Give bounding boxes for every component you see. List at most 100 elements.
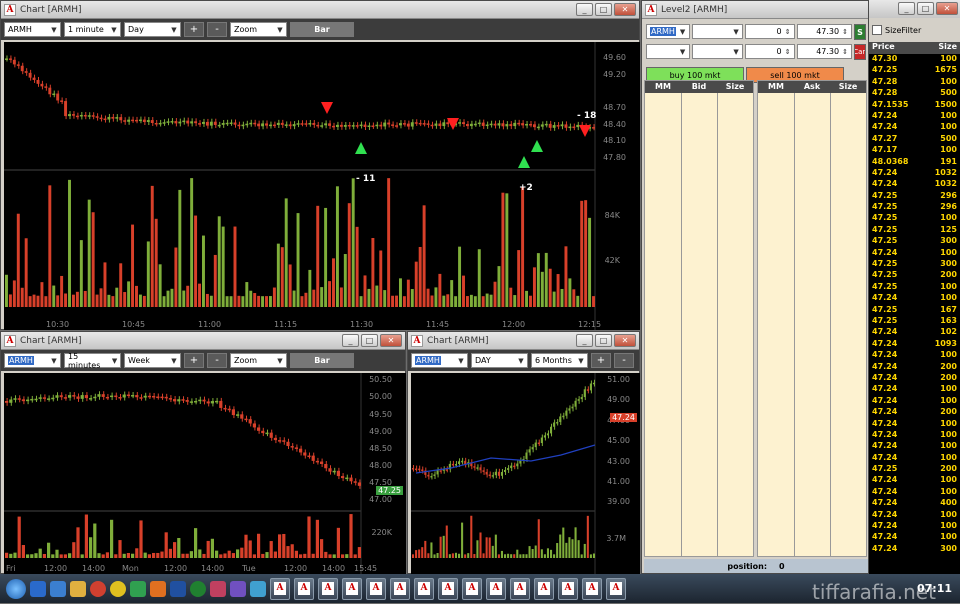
range-select[interactable]: 6 Months ▼ bbox=[531, 353, 588, 368]
taskbar-window-button[interactable]: A bbox=[486, 577, 506, 600]
close-icon[interactable]: ✕ bbox=[614, 3, 636, 16]
candle-body bbox=[38, 397, 42, 399]
zoom-in-button[interactable]: + bbox=[591, 353, 611, 368]
taskbar-window-button[interactable]: A bbox=[390, 577, 410, 600]
account-select[interactable]: ▼ bbox=[646, 44, 690, 59]
ask-book[interactable]: MM Ask Size bbox=[757, 80, 867, 557]
taskbar-window-button[interactable]: A bbox=[534, 577, 554, 600]
app-icon[interactable] bbox=[250, 580, 266, 597]
time-and-sales[interactable]: SizeFilter Price Size 47.30 100 47.25 1675 4… bbox=[869, 18, 960, 603]
close-icon[interactable]: ✕ bbox=[614, 334, 636, 347]
taskbar-window-button[interactable]: A bbox=[294, 577, 314, 600]
volume-bar bbox=[143, 552, 147, 558]
taskbar-window-button[interactable]: A bbox=[270, 577, 290, 600]
candle-body bbox=[178, 121, 182, 124]
firefox-icon[interactable] bbox=[150, 580, 166, 597]
spinner-icon[interactable]: ⇕ bbox=[839, 25, 851, 38]
buy-quantity-stepper[interactable]: 0 ⇕ bbox=[745, 24, 795, 39]
daily-chart[interactable]: 51.00 49.00 47.00 45.00 43.00 41.00 39.0… bbox=[411, 373, 640, 574]
tape-size: 296 bbox=[940, 190, 957, 200]
candle-body bbox=[308, 123, 312, 125]
route-select[interactable]: ▼ bbox=[691, 24, 744, 39]
ie-icon[interactable] bbox=[50, 580, 66, 597]
title-bar[interactable]: A Chart [ARMH] _ □ ✕ bbox=[408, 332, 639, 350]
app-icon[interactable] bbox=[210, 580, 226, 597]
mail-icon[interactable] bbox=[170, 580, 186, 597]
tape-title-bar[interactable]: _ □ ✕ bbox=[869, 0, 960, 18]
taskbar-window-button[interactable]: A bbox=[582, 577, 602, 600]
range-select[interactable]: Day ▼ bbox=[124, 22, 181, 37]
wordpress-icon[interactable] bbox=[190, 580, 206, 597]
app-icon[interactable] bbox=[230, 580, 246, 597]
taskbar-window-button[interactable]: A bbox=[462, 577, 482, 600]
taskbar-window-button[interactable]: A bbox=[438, 577, 458, 600]
folder-icon[interactable] bbox=[70, 580, 86, 597]
taskbar-window-button[interactable]: A bbox=[558, 577, 578, 600]
interval-select[interactable]: 1 minute ▼ bbox=[64, 22, 121, 37]
candle-body bbox=[299, 448, 303, 453]
zoom-in-button[interactable]: + bbox=[184, 353, 204, 368]
taskbar-window-button[interactable]: A bbox=[414, 577, 434, 600]
send-button[interactable]: S bbox=[854, 24, 866, 40]
zoom-select[interactable]: Zoom ▼ bbox=[230, 22, 287, 37]
zoom-in-button[interactable]: + bbox=[184, 22, 204, 37]
close-icon[interactable]: ✕ bbox=[936, 2, 958, 15]
minimize-icon[interactable]: _ bbox=[898, 2, 915, 15]
maximize-icon[interactable]: □ bbox=[361, 334, 378, 347]
intraday-chart[interactable]: 49.60 49.20 48.70 48.40 48.10 47.80 84K … bbox=[4, 42, 640, 330]
taskbar-window-button[interactable]: A bbox=[606, 577, 626, 600]
minimize-icon[interactable]: _ bbox=[576, 334, 593, 347]
start-button-icon[interactable] bbox=[6, 578, 26, 599]
volume-bar bbox=[320, 287, 324, 307]
tape-row: 47.24 100 bbox=[869, 521, 960, 532]
title-bar[interactable]: A Chart [ARMH] _ □ ✕ bbox=[1, 332, 405, 350]
taskbar-window-button[interactable]: A bbox=[318, 577, 338, 600]
volume-bar bbox=[464, 554, 467, 558]
buy-price-stepper[interactable]: 47.30 ⇕ bbox=[796, 24, 853, 39]
sell-price-stepper[interactable]: 47.30 ⇕ bbox=[796, 44, 853, 59]
title-bar[interactable]: A Chart [ARMH] _ □ ✕ bbox=[1, 1, 639, 19]
weekly-chart[interactable]: 50.50 50.00 49.50 49.00 48.50 48.00 47.5… bbox=[4, 373, 406, 574]
maximize-icon[interactable]: □ bbox=[595, 3, 612, 16]
title-bar[interactable]: A Level2 [ARMH] bbox=[642, 1, 868, 19]
spinner-icon[interactable]: ⇕ bbox=[839, 45, 851, 58]
route-select[interactable]: ▼ bbox=[691, 44, 744, 59]
maximize-icon[interactable]: □ bbox=[917, 2, 934, 15]
show-desktop-icon[interactable] bbox=[30, 580, 46, 597]
zoom-select[interactable]: Zoom ▼ bbox=[230, 353, 287, 368]
bar-type-button[interactable]: Bar bbox=[290, 22, 354, 37]
maximize-icon[interactable]: □ bbox=[595, 334, 612, 347]
symbol-select[interactable]: ARMH ▼ bbox=[646, 24, 690, 39]
taskbar-window-button[interactable]: A bbox=[510, 577, 530, 600]
close-icon[interactable]: ✕ bbox=[380, 334, 402, 347]
cancel-button[interactable]: Can bbox=[854, 44, 866, 60]
bid-book[interactable]: MM Bid Size bbox=[644, 80, 754, 557]
range-select[interactable]: Week ▼ bbox=[124, 353, 181, 368]
volume-bar bbox=[505, 193, 509, 307]
symbol-select[interactable]: ARMH ▼ bbox=[4, 22, 61, 37]
symbol-select[interactable]: ARMH ▼ bbox=[4, 353, 61, 368]
chart-toolbar: ARMH ▼ 15 minutes ▼ Week ▼ + - Zoom ▼ Bar bbox=[1, 350, 405, 371]
chrome-icon[interactable] bbox=[110, 580, 126, 597]
taskbar-window-button[interactable]: A bbox=[366, 577, 386, 600]
chevron-down-icon: ▼ bbox=[171, 25, 177, 34]
media-icon[interactable] bbox=[90, 580, 106, 597]
minimize-icon[interactable]: _ bbox=[576, 3, 593, 16]
zoom-out-button[interactable]: - bbox=[207, 22, 227, 37]
zoom-out-button[interactable]: - bbox=[614, 353, 634, 368]
bar-type-button[interactable]: Bar bbox=[290, 353, 354, 368]
interval-select[interactable]: DAY ▼ bbox=[471, 353, 528, 368]
app-icon[interactable] bbox=[130, 580, 146, 597]
spinner-icon[interactable]: ⇕ bbox=[782, 45, 794, 58]
zoom-out-button[interactable]: - bbox=[207, 353, 227, 368]
size-filter-checkbox[interactable] bbox=[872, 25, 882, 35]
volume-bar bbox=[588, 217, 592, 307]
spinner-icon[interactable]: ⇕ bbox=[782, 25, 794, 38]
candle-body bbox=[552, 125, 556, 128]
interval-select[interactable]: 15 minutes ▼ bbox=[64, 352, 121, 370]
candle-body bbox=[249, 122, 253, 125]
taskbar-window-button[interactable]: A bbox=[342, 577, 362, 600]
minimize-icon[interactable]: _ bbox=[342, 334, 359, 347]
symbol-select[interactable]: ARMH ▼ bbox=[411, 353, 468, 368]
sell-quantity-stepper[interactable]: 0 ⇕ bbox=[745, 44, 795, 59]
